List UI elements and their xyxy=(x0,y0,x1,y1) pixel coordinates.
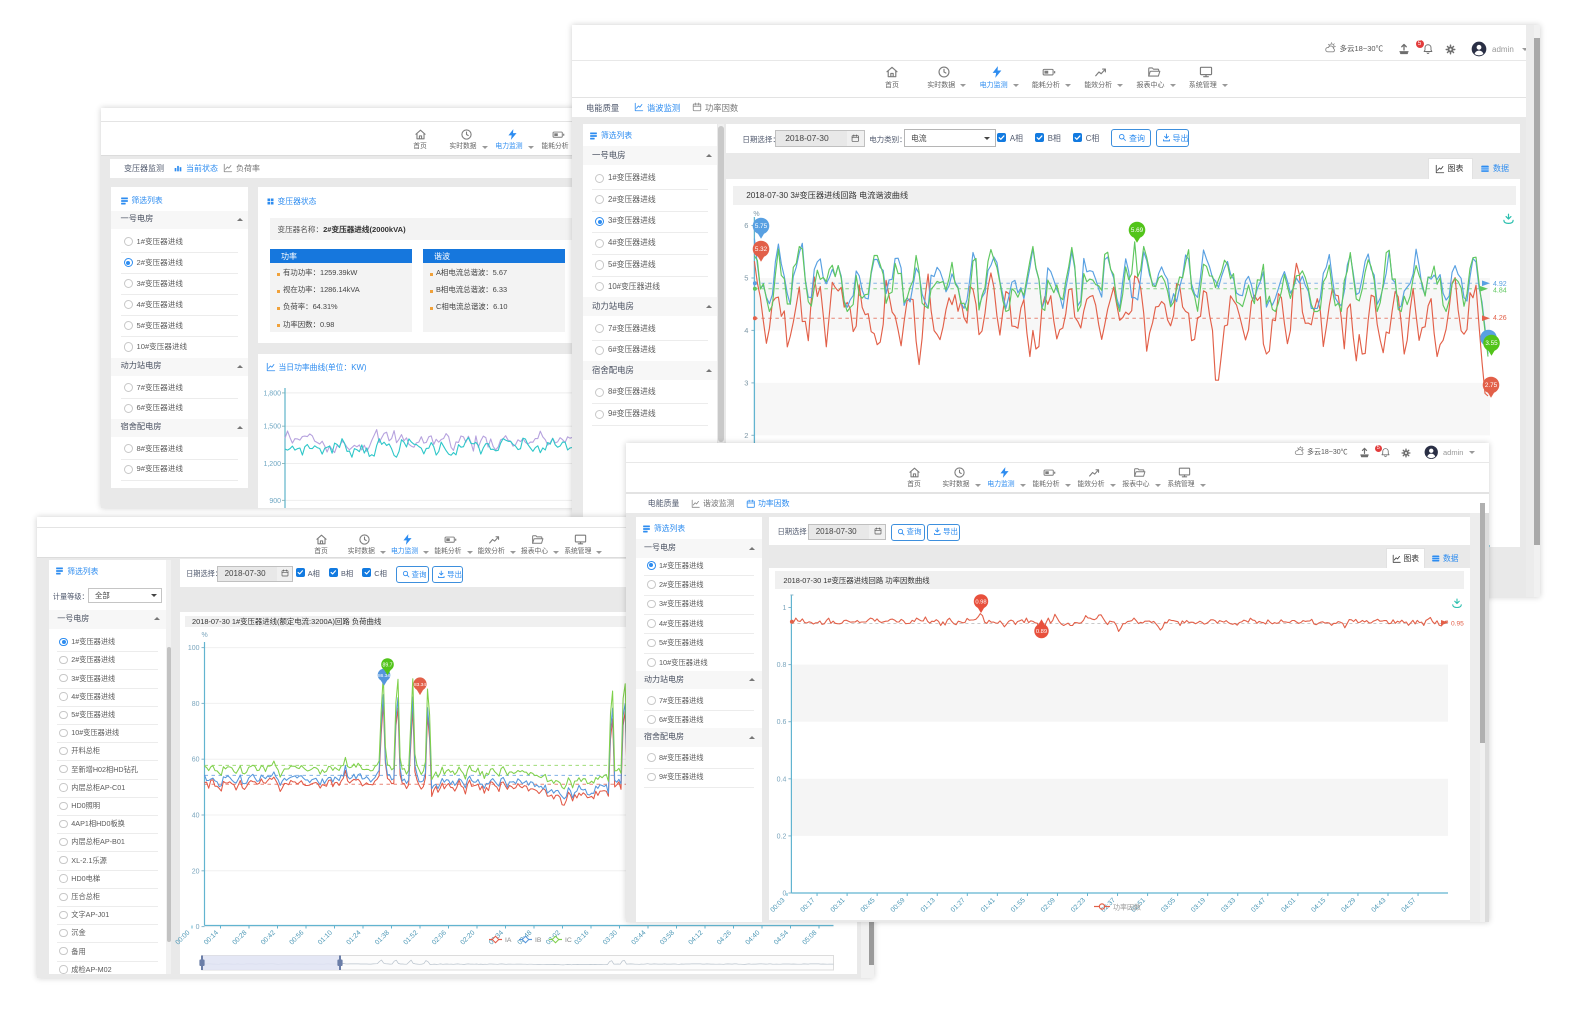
svg-text:80: 80 xyxy=(192,701,200,708)
svg-text:5.32: 5.32 xyxy=(755,246,768,253)
svg-text:40: 40 xyxy=(192,813,200,820)
svg-text:0: 0 xyxy=(782,891,786,898)
svg-text:01:10: 01:10 xyxy=(317,929,334,946)
svg-text:04:12: 04:12 xyxy=(687,929,704,946)
svg-text:1: 1 xyxy=(782,605,786,612)
svg-text:86.38: 86.38 xyxy=(378,673,390,679)
svg-text:5: 5 xyxy=(744,274,748,283)
svg-text:83.34: 83.34 xyxy=(414,682,426,688)
svg-text:60: 60 xyxy=(192,757,200,764)
svg-text:0.98: 0.98 xyxy=(975,600,986,606)
svg-text:04:40: 04:40 xyxy=(744,929,761,946)
svg-text:0.8: 0.8 xyxy=(777,662,787,669)
svg-text:01:38: 01:38 xyxy=(374,929,391,946)
svg-text:4.26: 4.26 xyxy=(1493,315,1507,322)
svg-text:0.89: 0.89 xyxy=(1036,629,1047,635)
svg-text:01:13: 01:13 xyxy=(920,897,937,914)
svg-text:1,800: 1,800 xyxy=(263,390,281,397)
svg-text:3.55: 3.55 xyxy=(1485,340,1498,347)
svg-text:00:56: 00:56 xyxy=(288,929,305,946)
svg-text:02:09: 02:09 xyxy=(1040,897,1057,914)
svg-text:04:57: 04:57 xyxy=(1400,897,1417,914)
svg-text:IA: IA xyxy=(505,937,512,944)
svg-text:01:52: 01:52 xyxy=(402,929,419,946)
svg-text:%: % xyxy=(202,632,208,639)
svg-text:%: % xyxy=(753,211,759,218)
svg-text:00:45: 00:45 xyxy=(860,897,877,914)
svg-text:03:47: 03:47 xyxy=(1250,897,1267,914)
svg-text:02:20: 02:20 xyxy=(459,929,476,946)
svg-text:20: 20 xyxy=(192,868,200,875)
svg-text:1,500: 1,500 xyxy=(263,424,281,431)
svg-text:00:42: 00:42 xyxy=(260,929,277,946)
svg-text:03:44: 03:44 xyxy=(630,929,647,946)
svg-text:03:30: 03:30 xyxy=(602,929,619,946)
svg-text:89.7: 89.7 xyxy=(382,663,392,669)
svg-text:00:28: 00:28 xyxy=(231,929,248,946)
svg-text:0: 0 xyxy=(196,924,200,931)
svg-text:01:24: 01:24 xyxy=(345,929,362,946)
svg-text:02:23: 02:23 xyxy=(1070,897,1087,914)
svg-text:功率因数: 功率因数 xyxy=(1113,903,1141,912)
svg-text:1,200: 1,200 xyxy=(263,461,281,468)
svg-text:04:15: 04:15 xyxy=(1310,897,1327,914)
svg-text:03:33: 03:33 xyxy=(1220,897,1237,914)
svg-text:IC: IC xyxy=(565,937,572,944)
svg-text:04:26: 04:26 xyxy=(716,929,733,946)
svg-text:5.69: 5.69 xyxy=(1131,227,1144,234)
svg-text:00:31: 00:31 xyxy=(830,897,847,914)
svg-text:0.6: 0.6 xyxy=(777,719,787,726)
svg-text:02:06: 02:06 xyxy=(431,929,448,946)
svg-text:00:03: 00:03 xyxy=(769,897,786,914)
svg-text:0.2: 0.2 xyxy=(777,833,787,840)
svg-text:3: 3 xyxy=(744,378,748,387)
svg-text:4: 4 xyxy=(744,326,748,335)
svg-text:03:58: 03:58 xyxy=(659,929,676,946)
svg-text:0.4: 0.4 xyxy=(777,776,787,783)
svg-text:900: 900 xyxy=(269,498,281,505)
svg-text:00:59: 00:59 xyxy=(890,897,907,914)
svg-text:03:19: 03:19 xyxy=(1190,897,1207,914)
svg-text:00:14: 00:14 xyxy=(203,929,220,946)
svg-text:0.95: 0.95 xyxy=(1451,621,1464,628)
svg-text:00:17: 00:17 xyxy=(799,897,816,914)
svg-text:IB: IB xyxy=(535,937,542,944)
svg-text:01:55: 01:55 xyxy=(1010,897,1027,914)
svg-text:100: 100 xyxy=(188,645,200,652)
svg-text:03:05: 03:05 xyxy=(1160,897,1177,914)
svg-text:04:54: 04:54 xyxy=(773,929,790,946)
svg-text:04:29: 04:29 xyxy=(1340,897,1357,914)
svg-text:2.75: 2.75 xyxy=(1485,382,1498,389)
svg-text:03:16: 03:16 xyxy=(573,929,590,946)
svg-text:5.75: 5.75 xyxy=(755,223,768,230)
svg-text:4.84: 4.84 xyxy=(1493,287,1507,294)
svg-text:01:27: 01:27 xyxy=(950,897,967,914)
svg-text:01:41: 01:41 xyxy=(980,897,997,914)
svg-text:04:43: 04:43 xyxy=(1370,897,1387,914)
svg-text:05:08: 05:08 xyxy=(801,929,818,946)
svg-text:2: 2 xyxy=(744,431,748,440)
svg-text:04:01: 04:01 xyxy=(1280,897,1297,914)
svg-text:6: 6 xyxy=(744,221,748,230)
